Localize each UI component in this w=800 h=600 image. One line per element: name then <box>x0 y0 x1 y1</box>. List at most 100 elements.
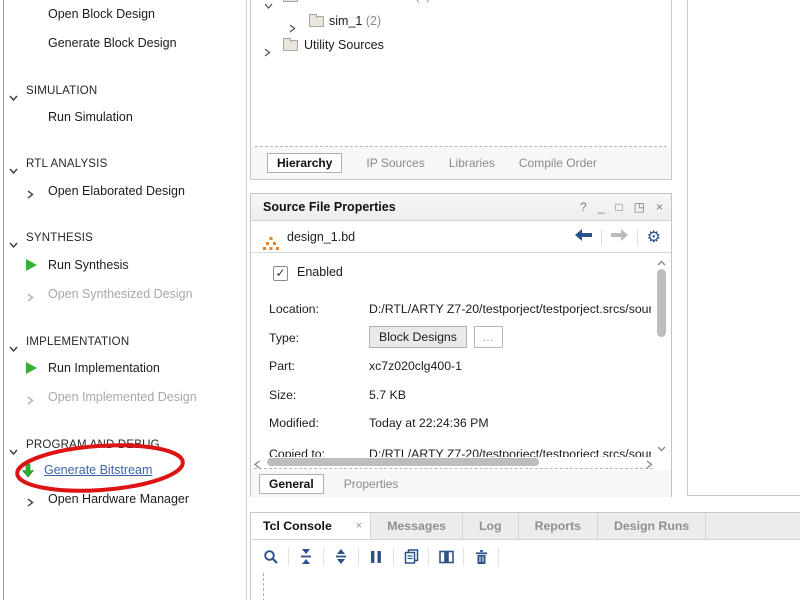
scrollbar-thumb[interactable] <box>267 458 539 466</box>
type-dropdown-button[interactable]: Block Designs <box>369 326 467 348</box>
sidebar-section-program-and-debug[interactable]: PROGRAM AND DEBUG <box>0 436 246 454</box>
separator <box>323 548 324 566</box>
folder-icon <box>309 16 324 27</box>
flow-navigator: Open Block Design Generate Block Design … <box>0 0 247 600</box>
sidebar-item-open-hardware-manager[interactable]: Open Hardware Manager <box>0 490 246 508</box>
gear-icon[interactable]: ⚙ <box>647 230 661 246</box>
scroll-down-icon[interactable] <box>657 441 666 455</box>
sidebar-item-open-synthesized-design[interactable]: Open Synthesized Design <box>0 285 246 303</box>
property-label: Location: <box>269 302 369 316</box>
tree-item-text: Utility Sources <box>304 38 384 52</box>
sidebar-section-simulation[interactable]: SIMULATION <box>0 82 246 100</box>
chevron-right-icon[interactable] <box>264 41 271 65</box>
property-label: Modified: <box>269 416 369 430</box>
copy-icon[interactable] <box>399 546 423 568</box>
property-row-part: Part:xc7z020clg400-1 <box>269 359 462 373</box>
sidebar-item-open-implemented-design[interactable]: Open Implemented Design <box>0 388 246 406</box>
sidebar-item-open-block-design[interactable]: Open Block Design <box>0 5 246 23</box>
sidebar-item-run-implementation[interactable]: Run Implementation <box>0 359 246 377</box>
console-output[interactable]: WARNING: [BD 41-927] Following propertie… <box>251 573 800 600</box>
tab-reports[interactable]: Reports <box>519 513 598 539</box>
tree-item-sim-1[interactable]: sim_1 (2) <box>251 9 671 33</box>
source-file-properties-panel: Source File Properties ? _ □ ◳ × <box>250 193 672 497</box>
chevron-down-icon <box>9 161 18 179</box>
tree-item-label: sim_1 (2) <box>329 9 381 33</box>
vivado-window: Open Block Design Generate Block Design … <box>0 0 800 600</box>
collapse-all-icon[interactable] <box>294 546 318 568</box>
section-label: IMPLEMENTATION <box>26 333 129 351</box>
back-arrow-icon[interactable] <box>575 222 592 253</box>
panel-title: Source File Properties <box>263 200 396 214</box>
run-play-icon <box>26 362 37 374</box>
tab-messages[interactable]: Messages <box>371 513 463 539</box>
section-label: SYNTHESIS <box>26 229 93 247</box>
separator <box>601 230 602 246</box>
folder-icon <box>283 0 298 2</box>
sidebar-item-label: Run Implementation <box>48 359 160 377</box>
tab-label: Tcl Console <box>263 519 332 533</box>
sidebar-item-generate-block-design[interactable]: Generate Block Design <box>0 34 246 52</box>
separator <box>393 548 394 566</box>
help-icon[interactable]: ? <box>580 194 587 221</box>
tcl-console-panel: Tcl Console × Messages Log Reports Desig… <box>250 512 800 600</box>
section-label: PROGRAM AND DEBUG <box>26 436 160 454</box>
sidebar-section-synthesis[interactable]: SYNTHESIS <box>0 229 246 247</box>
tree-item-text: Simulation Sources <box>304 0 412 3</box>
sidebar-item-label: Generate Bitstream <box>44 461 152 479</box>
forward-arrow-icon[interactable] <box>611 222 628 253</box>
property-label: Size: <box>269 388 369 402</box>
separator <box>358 548 359 566</box>
tree-item-label: Utility Sources <box>304 33 384 57</box>
property-label: Part: <box>269 359 369 373</box>
tree-item-count: (2) <box>415 0 430 3</box>
sidebar-item-label: Open Implemented Design <box>48 388 197 406</box>
maximize-icon[interactable]: □ <box>615 194 622 221</box>
scroll-lock-icon[interactable] <box>434 546 458 568</box>
tab-tcl-console[interactable]: Tcl Console × <box>251 513 371 539</box>
float-icon[interactable]: ◳ <box>634 194 645 221</box>
tree-item-count: (2) <box>366 14 381 28</box>
property-row-modified: Modified:Today at 22:24:36 PM <box>269 416 489 430</box>
close-icon[interactable]: × <box>656 194 663 221</box>
panel-header-buttons: ? _ □ ◳ × <box>580 194 663 221</box>
vertical-scrollbar[interactable] <box>656 256 668 455</box>
tab-ip-sources[interactable]: IP Sources <box>366 156 424 170</box>
horizontal-scrollbar[interactable] <box>254 456 653 469</box>
enabled-checkbox[interactable]: ✓ <box>273 266 288 281</box>
tab-compile-order[interactable]: Compile Order <box>519 156 597 170</box>
panel-header: Source File Properties ? _ □ ◳ × <box>251 194 671 221</box>
separator <box>463 548 464 566</box>
chevron-down-icon <box>9 235 18 253</box>
minimize-icon[interactable]: _ <box>598 194 605 221</box>
tab-close-icon[interactable]: × <box>356 520 362 532</box>
sources-tab-bar: Hierarchy IP Sources Libraries Compile O… <box>251 147 671 179</box>
tree-item-simulation-sources[interactable]: Simulation Sources (2) <box>251 0 671 8</box>
sidebar-item-open-elaborated-design[interactable]: Open Elaborated Design <box>0 182 246 200</box>
selected-file-bar: design_1.bd ⚙ <box>251 222 671 253</box>
scroll-up-icon[interactable] <box>657 256 666 270</box>
separator <box>288 548 289 566</box>
pause-icon[interactable] <box>364 546 388 568</box>
separator <box>637 230 638 246</box>
chevron-down-icon <box>9 88 18 106</box>
console-tab-bar: Tcl Console × Messages Log Reports Desig… <box>251 513 800 540</box>
sidebar-section-implementation[interactable]: IMPLEMENTATION <box>0 333 246 351</box>
tab-libraries[interactable]: Libraries <box>449 156 495 170</box>
tab-hierarchy[interactable]: Hierarchy <box>267 153 342 173</box>
sidebar-item-generate-bitstream[interactable]: Generate Bitstream <box>0 461 246 479</box>
tab-general[interactable]: General <box>259 474 324 494</box>
sidebar-item-run-simulation[interactable]: Run Simulation <box>0 108 246 126</box>
tab-design-runs[interactable]: Design Runs <box>598 513 706 539</box>
sidebar-item-run-synthesis[interactable]: Run Synthesis <box>0 256 246 274</box>
ellipsis-button[interactable]: … <box>474 326 503 348</box>
sidebar-section-rtl-analysis[interactable]: RTL ANALYSIS <box>0 155 246 173</box>
expand-all-icon[interactable] <box>329 546 353 568</box>
tree-item-utility-sources[interactable]: Utility Sources <box>251 33 671 57</box>
tab-log[interactable]: Log <box>463 513 519 539</box>
search-icon[interactable] <box>259 546 283 568</box>
tab-properties[interactable]: Properties <box>344 477 399 491</box>
scrollbar-thumb[interactable] <box>657 269 666 337</box>
property-nav-controls: ⚙ <box>575 222 661 253</box>
trash-icon[interactable] <box>469 546 493 568</box>
sidebar-item-label: Open Synthesized Design <box>48 285 193 303</box>
